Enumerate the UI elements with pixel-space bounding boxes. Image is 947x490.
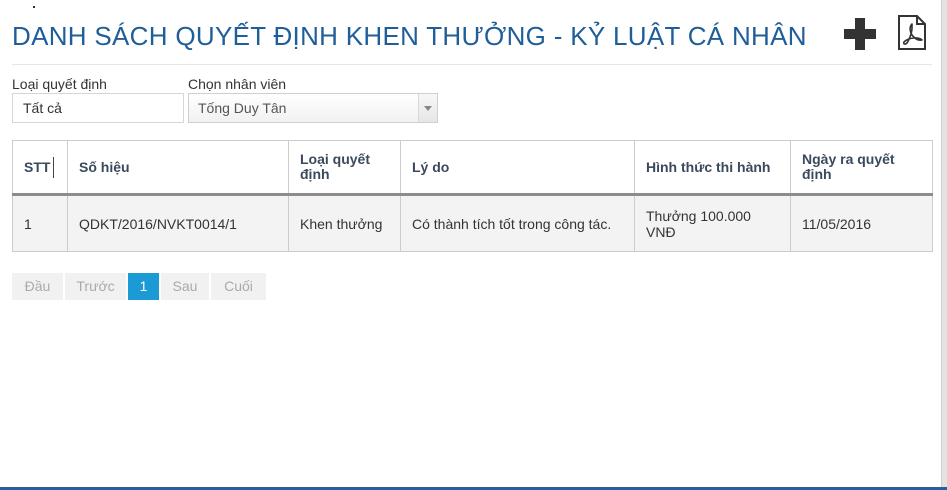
- page-title: DANH SÁCH QUYẾT ĐỊNH KHEN THƯỞNG - KỶ LU…: [12, 21, 807, 51]
- employee-select-value: Tống Duy Tân: [198, 100, 287, 116]
- cell-ngay: 11/05/2016: [790, 194, 933, 252]
- column-header-stt[interactable]: STT: [12, 140, 68, 196]
- employee-label: Chọn nhân viên: [188, 76, 287, 92]
- export-pdf-button[interactable]: [897, 15, 927, 50]
- title-divider: [12, 64, 932, 65]
- decision-type-field[interactable]: Tất cả: [12, 93, 184, 123]
- decisions-table: STT Số hiệu Loại quyết định Lý do Hình t…: [12, 140, 933, 252]
- decision-type-value: Tất cả: [23, 100, 62, 116]
- decision-type-label: Loại quyết định: [12, 76, 107, 92]
- cell-loai: Khen thưởng: [288, 194, 401, 252]
- cell-ly-do: Có thành tích tốt trong công tác.: [400, 194, 635, 252]
- chevron-down-icon[interactable]: [418, 94, 437, 122]
- table-row[interactable]: 1 QDKT/2016/NVKT0014/1 Khen thưởng Có th…: [12, 194, 933, 252]
- cell-so-hieu: QDKT/2016/NVKT0014/1: [67, 194, 289, 252]
- column-header-hinh-thuc[interactable]: Hình thức thi hành: [634, 140, 791, 196]
- plus-icon: [844, 18, 876, 50]
- column-header-ly-do[interactable]: Lý do: [400, 140, 635, 196]
- cell-hinh-thuc: Thưởng 100.000 VNĐ: [634, 194, 791, 252]
- employee-select[interactable]: Tống Duy Tân: [188, 93, 438, 123]
- pagination-prev-button[interactable]: Trước: [65, 273, 126, 300]
- add-button[interactable]: [842, 16, 878, 52]
- window-edge: [942, 0, 947, 490]
- column-header-ngay[interactable]: Ngày ra quyết định: [790, 140, 933, 196]
- cell-stt: 1: [12, 194, 68, 252]
- column-header-loai[interactable]: Loại quyết định: [288, 140, 401, 196]
- table-header-row: STT Số hiệu Loại quyết định Lý do Hình t…: [12, 140, 933, 196]
- pagination-next-button[interactable]: Sau: [161, 273, 209, 300]
- column-header-so-hieu[interactable]: Số hiệu: [67, 140, 289, 196]
- pagination-first-button[interactable]: Đầu: [12, 273, 63, 300]
- pagination-page-1[interactable]: 1: [128, 273, 159, 300]
- decorative-dot: [33, 6, 35, 8]
- pdf-icon: [898, 15, 926, 50]
- pagination-last-button[interactable]: Cuối: [211, 273, 266, 300]
